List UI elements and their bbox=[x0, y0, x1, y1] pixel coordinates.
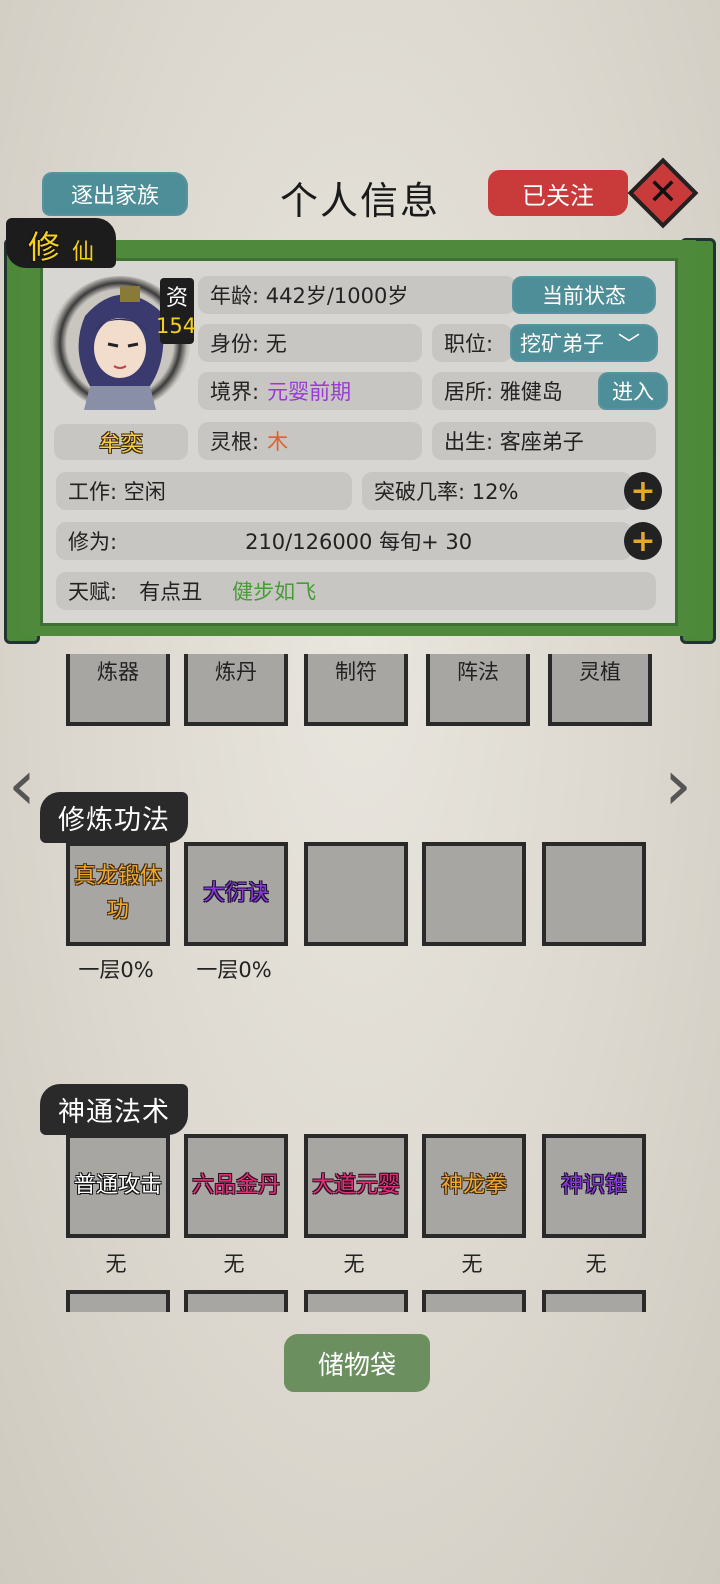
aptitude-value: 154 bbox=[156, 314, 197, 338]
prev-page-arrow-icon[interactable]: ‹ bbox=[8, 750, 36, 820]
skill-name: 大道元婴 bbox=[311, 1173, 400, 1198]
chevron-down-icon: ﹀ bbox=[618, 333, 641, 358]
skill-level: 无 bbox=[461, 1252, 483, 1276]
skill-slot-stub[interactable] bbox=[184, 1290, 288, 1312]
cultivation-label: 修为: bbox=[68, 530, 118, 554]
talent-field: 天赋: 有点丑 健步如飞 bbox=[56, 572, 656, 610]
technique-slot[interactable] bbox=[422, 842, 526, 946]
position-label: 职位: bbox=[432, 324, 512, 362]
technique-name: 真龙锻体功 bbox=[73, 864, 162, 923]
enter-residence-button[interactable]: 进入 bbox=[598, 372, 668, 410]
close-button[interactable]: ✕ bbox=[627, 157, 699, 229]
realm-value: 元婴前期 bbox=[267, 380, 352, 404]
skill-slot[interactable]: 大道元婴 bbox=[304, 1134, 408, 1238]
craft-refining-slot[interactable]: 炼器 bbox=[66, 654, 170, 726]
work-field: 工作: 空闲 bbox=[56, 472, 352, 510]
technique-name: 大衍诀 bbox=[202, 881, 269, 906]
storage-bag-button[interactable]: 储物袋 bbox=[284, 1334, 430, 1392]
close-icon: ✕ bbox=[647, 172, 679, 213]
skill-level: 无 bbox=[343, 1252, 365, 1276]
talent-2[interactable]: 健步如飞 bbox=[232, 576, 316, 606]
enter-label: 进入 bbox=[612, 380, 654, 404]
close-icon-frame: ✕ bbox=[627, 157, 699, 229]
technique-level: 一层0% bbox=[196, 958, 272, 982]
plus-icon: + bbox=[630, 523, 656, 559]
skill-name: 六品金丹 bbox=[191, 1173, 280, 1198]
skill-slot-stub[interactable] bbox=[542, 1290, 646, 1312]
craft-formation-slot[interactable]: 阵法 bbox=[426, 654, 530, 726]
technique-level: 一层0% bbox=[78, 958, 154, 982]
realm-label: 境界: bbox=[210, 380, 260, 404]
breakthrough-plus-button[interactable]: + bbox=[624, 472, 662, 510]
technique-slot[interactable] bbox=[304, 842, 408, 946]
skill-name: 普通攻击 bbox=[73, 1173, 162, 1198]
expel-from-clan-button[interactable]: 逐出家族 bbox=[42, 172, 188, 216]
skill-name: 神龙拳 bbox=[440, 1173, 507, 1198]
cultivator-badge: 修 仙 bbox=[6, 218, 116, 268]
residence-field: 居所: 雅健岛 bbox=[432, 372, 612, 410]
spirit-root-value: 木 bbox=[267, 430, 289, 454]
page-title: 个人信息 bbox=[280, 179, 441, 223]
talent-1[interactable]: 有点丑 bbox=[139, 576, 202, 606]
plus-icon: + bbox=[630, 473, 656, 509]
craft-talisman-slot[interactable]: 制符 bbox=[304, 654, 408, 726]
skill-level: 无 bbox=[105, 1252, 127, 1276]
skill-slot[interactable]: 普通攻击 bbox=[66, 1134, 170, 1238]
position-select[interactable]: 挖矿弟子 ﹀ bbox=[510, 324, 658, 362]
skill-slot[interactable]: 神识锥 bbox=[542, 1134, 646, 1238]
identity-field: 身份: 无 bbox=[198, 324, 422, 362]
skill-level: 无 bbox=[223, 1252, 245, 1276]
skill-slot-stub[interactable] bbox=[422, 1290, 526, 1312]
craft-alchemy-slot[interactable]: 炼丹 bbox=[184, 654, 288, 726]
realm-field: 境界: 元婴前期 bbox=[198, 372, 422, 410]
expel-label: 逐出家族 bbox=[70, 184, 159, 209]
cultivation-value: 210/126000 每旬+ 30 bbox=[245, 530, 473, 554]
technique-slot[interactable] bbox=[542, 842, 646, 946]
current-status-button[interactable]: 当前状态 bbox=[512, 276, 656, 314]
skill-name: 神识锥 bbox=[560, 1173, 627, 1198]
cultivation-plus-button[interactable]: + bbox=[624, 522, 662, 560]
spirit-root-field: 灵根: 木 bbox=[198, 422, 422, 460]
position-value: 挖矿弟子 bbox=[520, 332, 604, 356]
skill-slot-stub[interactable] bbox=[304, 1290, 408, 1312]
techniques-title: 修炼功法 bbox=[40, 792, 188, 843]
talent-label: 天赋: bbox=[68, 580, 118, 604]
skill-slot[interactable]: 六品金丹 bbox=[184, 1134, 288, 1238]
technique-slot[interactable]: 真龙锻体功 bbox=[66, 842, 170, 946]
cultivation-field: 修为: 210/126000 每旬+ 30 bbox=[56, 522, 632, 560]
follow-button[interactable]: 已关注 bbox=[488, 170, 628, 216]
name-plate: 牟奕 bbox=[54, 424, 188, 460]
skill-slot[interactable]: 神龙拳 bbox=[422, 1134, 526, 1238]
next-page-arrow-icon[interactable]: › bbox=[664, 750, 692, 820]
age-field: 年龄: 442岁/1000岁 bbox=[198, 276, 516, 314]
storage-bag-label: 储物袋 bbox=[317, 1350, 396, 1381]
skills-title: 神通法术 bbox=[40, 1084, 188, 1135]
birth-field: 出生: 客座弟子 bbox=[432, 422, 656, 460]
badge-main: 修 bbox=[28, 228, 61, 266]
follow-label: 已关注 bbox=[522, 181, 594, 210]
breakthrough-field: 突破几率: 12% bbox=[362, 472, 632, 510]
badge-sub: 仙 bbox=[72, 240, 95, 265]
skill-slot-stub[interactable] bbox=[66, 1290, 170, 1312]
current-status-label: 当前状态 bbox=[542, 284, 626, 308]
spirit-root-label: 灵根: bbox=[210, 430, 260, 454]
aptitude-label: 资 bbox=[165, 286, 188, 311]
skill-level: 无 bbox=[585, 1252, 607, 1276]
technique-slot[interactable]: 大衍诀 bbox=[184, 842, 288, 946]
craft-herb-slot[interactable]: 灵植 bbox=[548, 654, 652, 726]
character-name: 牟奕 bbox=[98, 432, 143, 457]
